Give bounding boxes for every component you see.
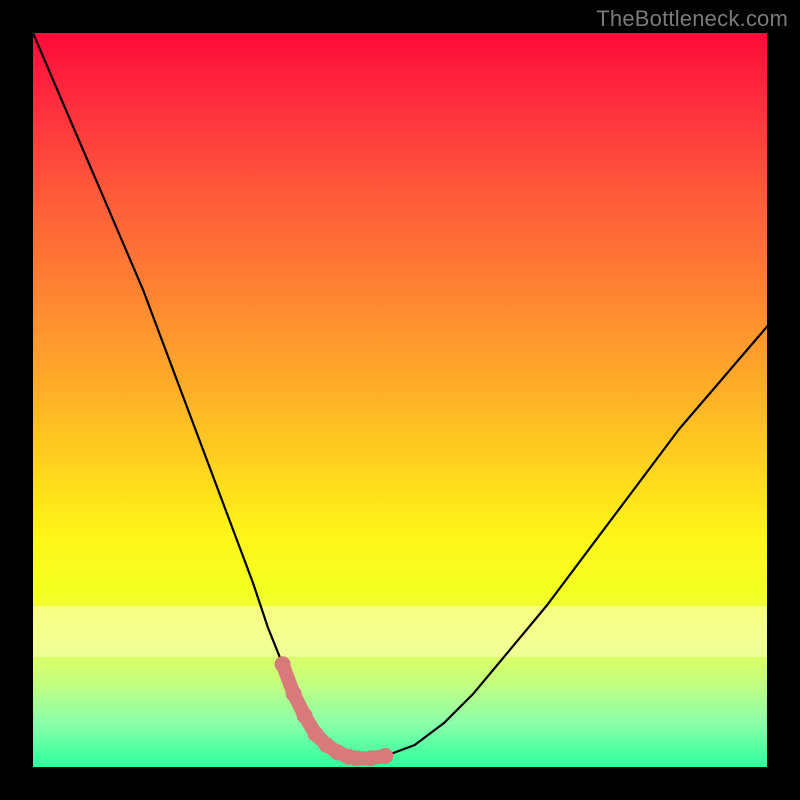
highlight-dot — [363, 750, 379, 766]
highlight-dot — [297, 708, 313, 724]
chart-frame: TheBottleneck.com — [0, 0, 800, 800]
curve-layer — [33, 33, 767, 767]
highlight-dot — [348, 750, 364, 766]
highlight-dot — [286, 686, 302, 702]
attribution-label: TheBottleneck.com — [596, 6, 788, 32]
bottleneck-curve — [33, 33, 767, 758]
highlight-dot — [275, 656, 291, 672]
plot-area — [33, 33, 767, 767]
highlight-dot — [377, 748, 393, 764]
